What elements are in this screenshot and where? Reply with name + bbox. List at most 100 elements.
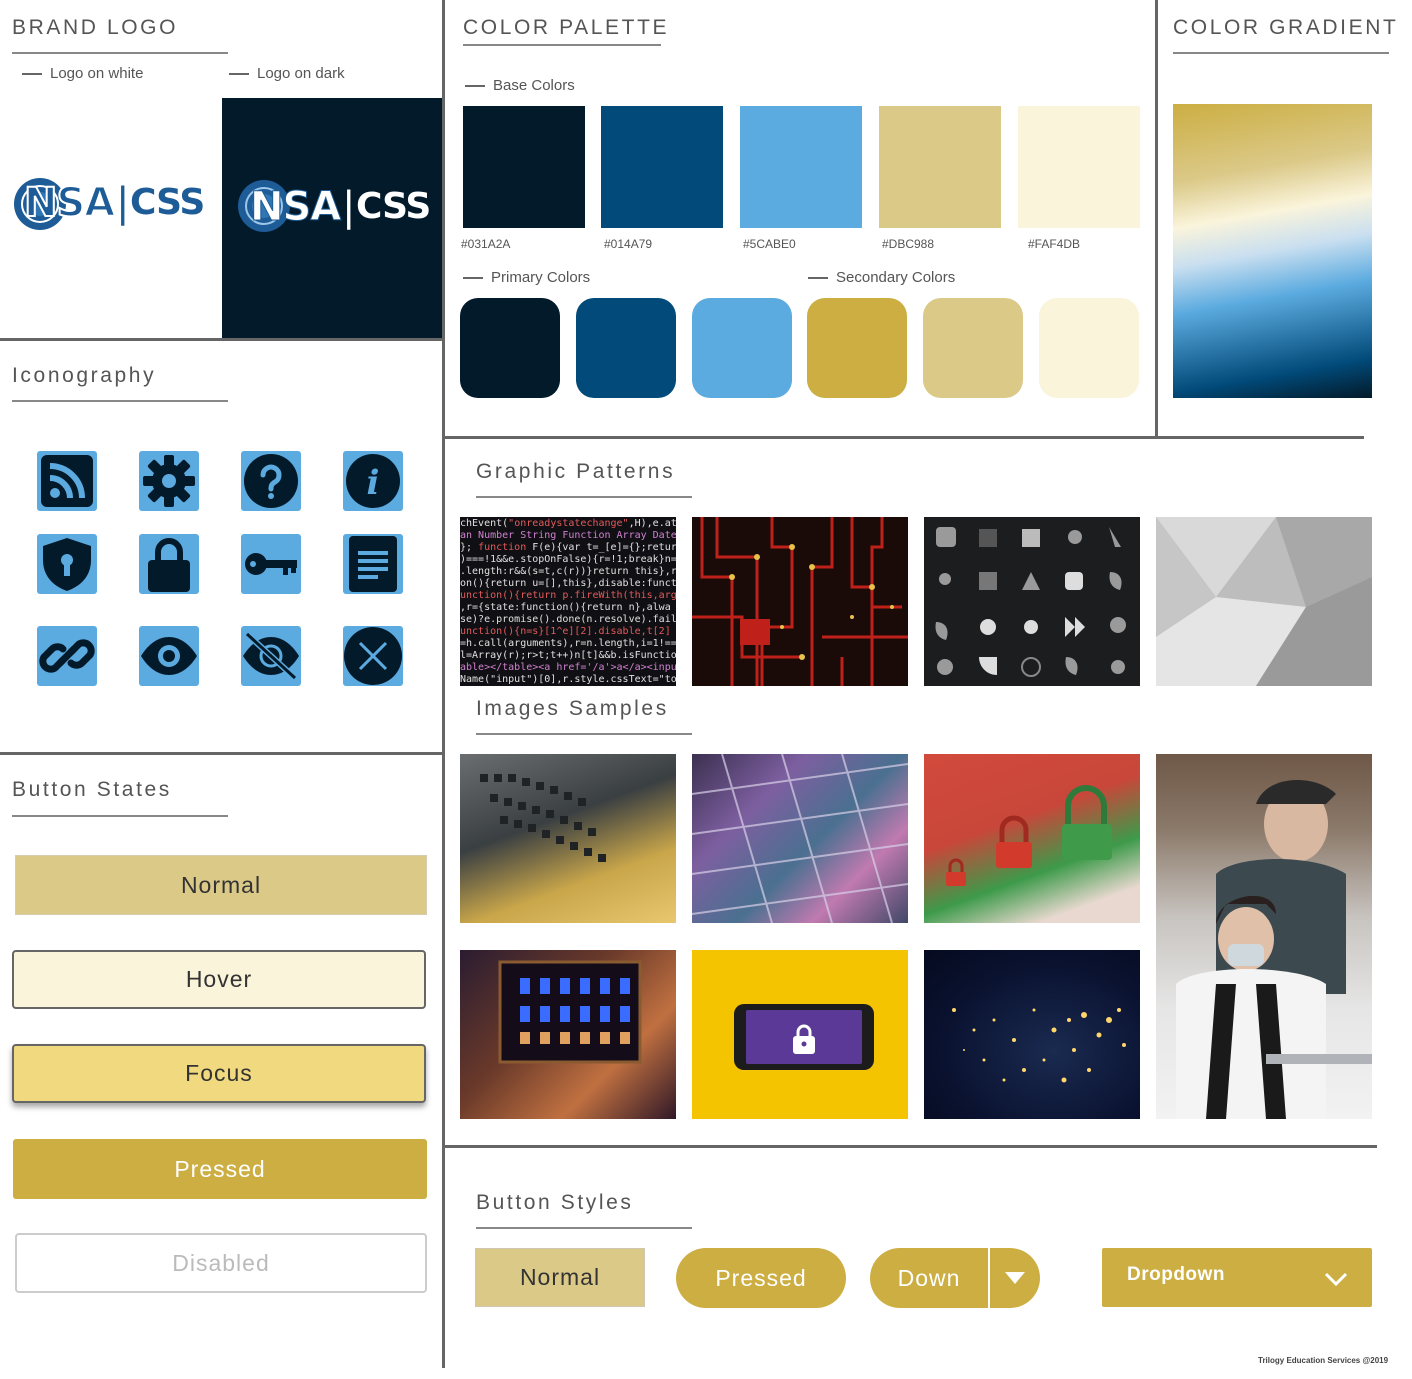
link-icon — [37, 626, 97, 686]
logo-on-dark: NSA | CSS — [236, 176, 436, 240]
secondary-swatch-gold — [807, 298, 907, 398]
logo-dark-css-text: CSS — [356, 186, 431, 227]
svg-text:)===!1&&e.stopOnFalse){r=!1;br: )===!1&&e.stopOnFalse){r=!1;break}n=!1 — [460, 554, 676, 565]
phone-lock-image — [692, 950, 908, 1119]
graphic-patterns-title: Graphic Patterns — [476, 460, 676, 483]
base-code-navy: #031A2A — [461, 237, 511, 251]
logo-dark-sep-text: | — [342, 184, 356, 230]
shield-lock-icon — [37, 534, 97, 594]
color-palette-title: COLOR PALETTE — [463, 16, 670, 39]
gradient-swatch — [1173, 104, 1372, 398]
dropdown-button[interactable]: Dropdown — [1102, 1248, 1372, 1307]
brand-logo-title: BRAND LOGO — [12, 16, 179, 39]
primary-colors-label: Primary Colors — [463, 269, 590, 286]
divider-vertical-gradient — [1155, 0, 1158, 437]
svg-text:=h.call(arguments),r=n.length,: =h.call(arguments),r=n.length,i=1!==r — [460, 638, 676, 649]
question-icon — [241, 451, 301, 511]
silicon-wafer-image — [692, 754, 908, 923]
logo-on-white: NSA | CSS — [10, 172, 220, 236]
footer-credit: Trilogy Education Services @2019 — [1258, 1356, 1389, 1365]
two-people-laptop-image — [1156, 754, 1372, 1119]
svg-text:an Number String Function Arra: an Number String Function Array Date — [460, 530, 676, 541]
document-icon — [343, 534, 403, 594]
secondary-swatch-sand — [923, 298, 1023, 398]
logo-nsa-text: NSA — [23, 179, 116, 227]
dropdown-label: Dropdown — [1127, 1264, 1225, 1285]
style-pressed-button[interactable]: Pressed — [676, 1248, 846, 1308]
chevron-down-icon — [1324, 1272, 1348, 1291]
split-caret-icon[interactable] — [990, 1248, 1040, 1308]
state-focus-button[interactable]: Focus — [12, 1044, 426, 1103]
button-states-title: Button States — [12, 778, 172, 801]
color-palette-rule — [463, 44, 661, 46]
base-code-sky: #5CABE0 — [743, 237, 796, 251]
logo-dark-nsa-text: NSA — [249, 184, 341, 231]
base-code-cream: #FAF4DB — [1028, 237, 1081, 251]
chip-closeup-image — [460, 950, 676, 1119]
svg-text:}; function F(e){var t=_[e]={}: }; function F(e){var t=_[e]={};return — [460, 542, 676, 553]
key-icon — [241, 534, 301, 594]
geometric-pattern-image — [1156, 517, 1372, 686]
svg-text:l=Array(r);r>t;t++)n[t]&&b.isF: l=Array(r);r>t;t++)n[t]&&b.isFunction — [460, 650, 676, 661]
base-swatch-cream — [1018, 106, 1140, 228]
base-swatch-navy — [463, 106, 585, 228]
svg-text:unction(){n=s}[1^e][2].disable: unction(){n=s}[1^e][2].disable,t[2] — [460, 626, 671, 637]
svg-text:unction(){return p.fireWith(th: unction(){return p.fireWith(this,argu — [460, 590, 676, 601]
primary-swatch-blue — [576, 298, 676, 398]
eye-slash-icon — [241, 626, 301, 686]
divider-vertical-main — [442, 0, 445, 1368]
svg-text:,r={state:function(){return n}: ,r={state:function(){return n},alwa — [460, 602, 671, 613]
split-down-button[interactable]: Down — [870, 1248, 1040, 1308]
svg-text:Name("input")[0],r.style.cssTe: Name("input")[0],r.style.cssText="top — [460, 674, 676, 685]
state-hover-button[interactable]: Hover — [12, 950, 426, 1009]
code-pattern-image: chEvent("onreadystatechange",H),e.att an… — [460, 517, 676, 686]
circuit-pattern-image — [692, 517, 908, 686]
button-styles-title: Button Styles — [476, 1191, 634, 1214]
base-swatch-sky — [740, 106, 862, 228]
earth-night-lights-image — [924, 950, 1140, 1119]
divider-icons-bottom — [0, 752, 444, 755]
base-colors-label: Base Colors — [465, 77, 575, 94]
divider-images-bottom — [444, 1145, 1377, 1148]
images-samples-title: Images Samples — [476, 697, 669, 720]
iconography-title: Iconography — [12, 364, 157, 387]
color-gradient-rule — [1173, 52, 1389, 54]
primary-swatch-navy — [460, 298, 560, 398]
base-code-sand: #DBC988 — [882, 237, 935, 251]
iconography-rule — [12, 400, 228, 402]
svg-text:on(){return u=[],this},disable: on(){return u=[],this},disable:functi — [460, 578, 676, 589]
cpu-pins-image — [460, 754, 676, 923]
svg-text:i: i — [367, 463, 380, 503]
base-swatch-sand — [879, 106, 1001, 228]
graphic-patterns-rule — [476, 496, 692, 498]
svg-text:.length:r&&(s=t,c(r))}return t: .length:r&&(s=t,c(r))}return this},re — [460, 566, 676, 577]
svg-text:chEvent("onreadystatechange",H: chEvent("onreadystatechange",H),e.att — [460, 518, 676, 529]
logo-on-white-label: Logo on white — [22, 65, 143, 82]
logo-css-text: CSS — [130, 182, 205, 223]
state-normal-button[interactable]: Normal — [16, 856, 426, 914]
logo-on-dark-label: Logo on dark — [229, 65, 345, 82]
base-swatch-blue — [601, 106, 723, 228]
secondary-colors-label: Secondary Colors — [808, 269, 955, 286]
padlock-icon — [139, 534, 199, 594]
brand-logo-rule — [12, 52, 228, 54]
secondary-swatch-cream — [1039, 298, 1139, 398]
svg-text:able></table><a href='/a'>a</a: able></table><a href='/a'>a</a><input — [460, 662, 676, 673]
red-green-padlocks-image — [924, 754, 1140, 923]
gear-icon — [139, 451, 199, 511]
logo-sep-text: | — [116, 180, 130, 226]
icon-grid-pattern-image — [924, 517, 1140, 686]
close-icon — [343, 626, 403, 686]
eye-icon — [139, 626, 199, 686]
style-normal-button[interactable]: Normal — [476, 1249, 644, 1306]
color-gradient-title: COLOR GRADIENT — [1173, 16, 1399, 39]
split-down-label[interactable]: Down — [870, 1248, 988, 1308]
svg-text:se)?e.promise().done(n.resolve: se)?e.promise().done(n.resolve).fail( — [460, 614, 676, 625]
divider-palette-bottom — [444, 436, 1364, 439]
state-disabled-button: Disabled — [15, 1233, 427, 1293]
divider-brand-bottom — [0, 338, 444, 341]
button-styles-rule — [476, 1227, 692, 1229]
base-code-blue: #014A79 — [604, 237, 653, 251]
state-pressed-button[interactable]: Pressed — [13, 1139, 427, 1199]
rss-icon — [37, 451, 97, 511]
